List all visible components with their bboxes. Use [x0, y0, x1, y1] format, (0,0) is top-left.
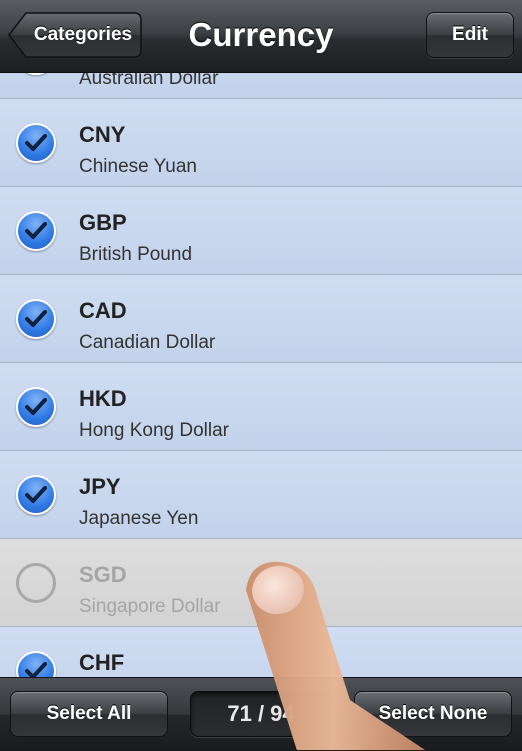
- currency-code: CNY: [79, 122, 126, 147]
- currency-code: GBP: [79, 210, 127, 235]
- currency-name: Singapore Dollar: [79, 596, 221, 617]
- edit-button[interactable]: Edit: [426, 12, 514, 58]
- checkmark-circle-icon[interactable]: [16, 475, 56, 515]
- navigation-bar: Categories Currency Edit: [0, 0, 522, 73]
- page-title: Currency: [188, 16, 334, 53]
- currency-name: Hong Kong Dollar: [79, 420, 229, 441]
- back-button-label: Categories: [33, 24, 133, 45]
- currency-name: Chinese Yuan: [79, 156, 197, 177]
- currency-row-chf[interactable]: CHF: [0, 627, 522, 677]
- categories-back-button[interactable]: Categories: [8, 12, 142, 58]
- currency-list-rows: AUDAustralian Dollar CNY Chinese Yuan GBP Br…: [0, 72, 522, 677]
- checkmark-circle-icon[interactable]: [16, 387, 56, 427]
- currency-row-cad[interactable]: CAD Canadian Dollar: [0, 275, 522, 363]
- currency-row-gbp[interactable]: GBP British Pound: [0, 187, 522, 275]
- checkmark-circle-icon[interactable]: [16, 651, 56, 677]
- currency-name: Canadian Dollar: [79, 332, 216, 353]
- bottom-toolbar: Select All 71 / 94 Select None: [0, 677, 522, 751]
- select-none-button[interactable]: Select None: [354, 691, 512, 737]
- currency-code: HKD: [79, 386, 127, 411]
- checkmark-circle-icon[interactable]: [16, 211, 56, 251]
- currency-code: CHF: [79, 650, 125, 675]
- checkmark-circle-icon[interactable]: [16, 123, 56, 163]
- currency-row-hkd[interactable]: HKD Hong Kong Dollar: [0, 363, 522, 451]
- currency-row-aud[interactable]: AUDAustralian Dollar: [0, 72, 522, 99]
- currency-code: JPY: [79, 474, 121, 499]
- currency-name: Australian Dollar: [79, 72, 219, 89]
- empty-circle-icon[interactable]: [16, 563, 56, 603]
- currency-code: SGD: [79, 562, 127, 587]
- currency-row-cny[interactable]: CNY Chinese Yuan: [0, 99, 522, 187]
- currency-name: Japanese Yen: [79, 508, 199, 529]
- currency-row-jpy[interactable]: JPY Japanese Yen: [0, 451, 522, 539]
- currency-name: British Pound: [79, 244, 193, 265]
- currency-row-sgd[interactable]: SGD Singapore Dollar: [0, 539, 522, 627]
- currency-code: CAD: [79, 298, 127, 323]
- checkmark-circle-icon[interactable]: [16, 299, 56, 339]
- currency-list[interactable]: AUDAustralian Dollar CNY Chinese Yuan GBP Br…: [0, 72, 522, 677]
- selection-counter: 71 / 94: [190, 691, 332, 737]
- select-all-button[interactable]: Select All: [10, 691, 168, 737]
